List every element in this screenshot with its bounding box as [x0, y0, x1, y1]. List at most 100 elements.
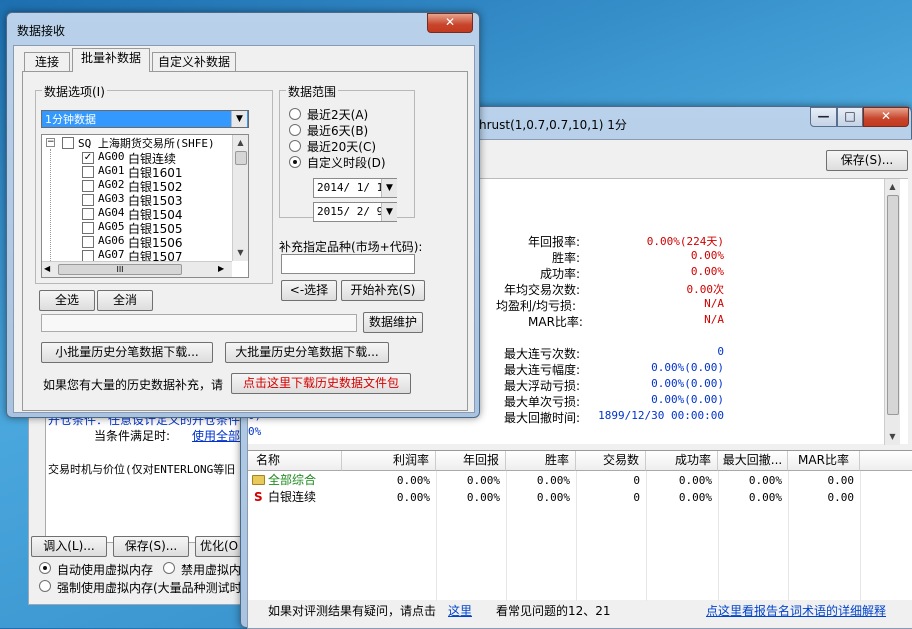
force-virtual-memory-radio[interactable]	[39, 580, 51, 592]
date-to-value: 2015/ 2/ 9	[317, 205, 384, 218]
data-type-selected: 1分钟数据	[45, 113, 96, 126]
download-package-button[interactable]: 点击这里下载历史数据文件包	[231, 373, 411, 394]
start-supplement-button[interactable]: 开始补充(S)	[341, 280, 425, 301]
supplement-input[interactable]	[281, 254, 415, 274]
auto-virtual-memory-radio[interactable]	[39, 562, 51, 574]
instrument-checkbox[interactable]	[82, 222, 94, 234]
row-name: 白银连续	[268, 490, 317, 504]
stat-value: 0.00%(224天)	[646, 235, 724, 248]
stat-value: N/A	[704, 313, 724, 326]
chevron-down-icon[interactable]: ▼	[381, 203, 397, 221]
cell: 0	[633, 474, 640, 487]
row-name: 全部综合	[268, 473, 317, 487]
tab-page: 数据选项(I) 1分钟数据 ▼ − SQ 上海期货交易所(SHFE) ✓ AG0…	[22, 71, 468, 411]
range-radio-2days[interactable]	[289, 108, 301, 120]
save-report-button[interactable]: 保存(S)...	[826, 150, 908, 171]
instrument-checkbox[interactable]	[82, 166, 94, 178]
tab-batch-supplement[interactable]: 批量补数据	[72, 48, 150, 72]
instrument-tree: − SQ 上海期货交易所(SHFE) ✓ AG00 白银连续 AG01 白银16…	[41, 134, 249, 278]
data-range-label: 数据范围	[286, 83, 339, 100]
save-strategy-button[interactable]: 保存(S)...	[113, 536, 189, 557]
stat-label: 年均交易次数:	[504, 283, 581, 297]
chevron-down-icon[interactable]: ▼	[231, 111, 247, 127]
stat-label: 最大连亏次数:	[504, 347, 581, 361]
data-maintenance-button[interactable]: 数据维护	[363, 312, 423, 333]
tree-root-checkbox[interactable]	[62, 137, 74, 149]
tab-connect[interactable]: 连接	[24, 52, 70, 72]
grid-line	[506, 471, 507, 601]
scroll-up-arrow-icon[interactable]: ▲	[233, 135, 248, 150]
maximize-button[interactable]: □	[837, 107, 863, 127]
instrument-code: AG01	[98, 164, 125, 177]
import-button[interactable]: 调入(L)...	[31, 536, 107, 557]
close-icon[interactable]: ✕	[863, 107, 909, 127]
column-header[interactable]: 胜率	[506, 451, 576, 471]
stat-label: 最大连亏幅度:	[504, 363, 581, 377]
summary-scrollbar[interactable]: ▲ ▼	[884, 179, 900, 445]
supplement-label: 补充指定品种(市场+代码):	[279, 240, 423, 254]
column-header[interactable]: 利润率	[342, 451, 436, 471]
stat-value: 0.00%	[690, 265, 724, 278]
tree-hscrollbar[interactable]: ◀ III ▶	[42, 261, 232, 277]
grid-line	[646, 471, 647, 601]
disable-virtual-memory-label: 禁用虚拟内	[181, 563, 242, 577]
tree-root-label: SQ 上海期货交易所(SHFE)	[78, 137, 215, 150]
instrument-checkbox[interactable]	[82, 236, 94, 248]
scroll-left-arrow-icon[interactable]: ◀	[44, 264, 50, 273]
table-row[interactable]: S 白银连续 0.00% 0.00% 0.00% 0 0.00% 0.00% 0…	[248, 489, 860, 506]
column-header[interactable]: 成功率	[646, 451, 718, 471]
tree-guide-line	[50, 149, 51, 263]
choose-button[interactable]: <-选择	[281, 280, 337, 301]
hscroll-thumb[interactable]: III	[58, 264, 182, 275]
close-icon[interactable]: ✕	[427, 13, 473, 33]
column-header[interactable]: MAR比率	[788, 451, 860, 471]
cell: 0.00%	[678, 474, 712, 487]
stat-value: 0.00次	[686, 283, 725, 296]
chevron-down-icon[interactable]: ▼	[381, 179, 397, 197]
table-row[interactable]: 全部综合 0.00% 0.00% 0.00% 0 0.00% 0.00% 0.0…	[248, 472, 860, 489]
range-label-20days: 最近20天(C)	[307, 140, 377, 154]
scroll-right-arrow-icon[interactable]: ▶	[218, 264, 224, 273]
minimize-button[interactable]: —	[810, 107, 837, 127]
tree-collapse-icon[interactable]: −	[46, 138, 55, 147]
grid-line	[576, 471, 577, 601]
small-batch-download-button[interactable]: 小批量历史分笔数据下载...	[41, 342, 213, 363]
tree-vscrollbar[interactable]: ▲ ▼	[232, 135, 248, 261]
scroll-thumb[interactable]	[235, 151, 247, 165]
tab-custom-supplement[interactable]: 自定义补数据	[152, 52, 236, 72]
range-radio-6days[interactable]	[289, 124, 301, 136]
data-type-select[interactable]: 1分钟数据	[41, 110, 249, 128]
condition-value-link[interactable]: 使用全部	[192, 427, 240, 444]
column-header[interactable]: 年回报	[436, 451, 506, 471]
column-header[interactable]: 最大回撤...	[718, 451, 788, 471]
select-all-button[interactable]: 全选	[39, 290, 95, 311]
footer-here-link[interactable]: 这里	[448, 602, 472, 619]
instrument-checkbox[interactable]	[82, 208, 94, 220]
stat-label: 最大回撤时间:	[504, 411, 581, 425]
cell: 0.00%	[466, 491, 500, 504]
condition-label: 当条件满足时:	[94, 429, 171, 443]
column-header[interactable]: 交易数	[576, 451, 646, 471]
range-label-6days: 最近6天(B)	[307, 124, 369, 138]
cell: 0.00%	[466, 474, 500, 487]
instrument-checkbox[interactable]: ✓	[82, 152, 94, 164]
scroll-down-arrow-icon[interactable]: ▼	[233, 245, 248, 260]
disable-virtual-memory-radio[interactable]	[163, 562, 175, 574]
range-radio-20days[interactable]	[289, 140, 301, 152]
date-from-value: 2014/ 1/ 1	[317, 181, 384, 194]
instrument-checkbox[interactable]	[82, 180, 94, 192]
range-radio-custom[interactable]	[289, 156, 301, 168]
cell: 0.00%	[678, 491, 712, 504]
dialog-client: 连接 批量补数据 自定义补数据 数据选项(I) 1分钟数据 ▼ − SQ 上海期…	[13, 45, 475, 413]
large-batch-download-button[interactable]: 大批量历史分笔数据下载...	[225, 342, 389, 363]
glossary-link[interactable]: 点这里看报告名词术语的详细解释	[706, 602, 886, 619]
folder-icon	[252, 475, 265, 485]
scroll-up-arrow-icon[interactable]: ▲	[885, 179, 900, 194]
deselect-all-button[interactable]: 全消	[97, 290, 153, 311]
scroll-thumb[interactable]	[887, 195, 899, 415]
instrument-checkbox[interactable]	[82, 194, 94, 206]
stat-label: 年回报率:	[528, 235, 581, 249]
stat-value: 0.00%(0.00)	[651, 377, 724, 390]
column-header[interactable]: 名称	[248, 451, 342, 471]
scroll-down-arrow-icon[interactable]: ▼	[885, 429, 900, 444]
